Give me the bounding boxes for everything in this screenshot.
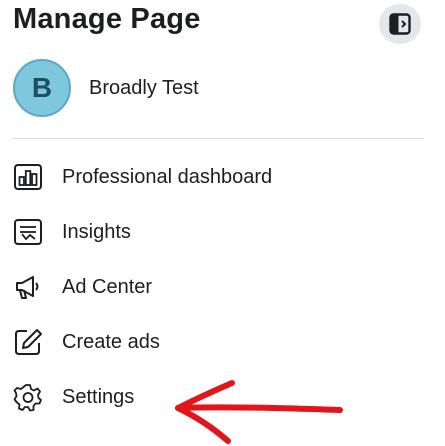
menu-item-ad-center[interactable]: Ad Center — [8, 262, 424, 312]
avatar: B — [13, 59, 71, 117]
insights-icon — [11, 215, 45, 249]
red-arrow-annotation — [175, 380, 343, 444]
page-title: Manage Page — [13, 3, 201, 35]
sidebar-toggle-icon — [389, 13, 411, 35]
menu-item-professional-dashboard[interactable]: Professional dashboard — [8, 152, 424, 202]
gear-icon — [11, 380, 45, 414]
sidebar-toggle-button[interactable] — [379, 4, 421, 44]
page-switcher[interactable]: B Broadly Test — [13, 57, 423, 119]
megaphone-icon — [11, 270, 45, 304]
menu-item-label: Settings — [62, 385, 135, 408]
avatar-letter: B — [31, 72, 53, 103]
pencil-icon — [11, 325, 45, 359]
menu-item-label: Insights — [62, 220, 131, 243]
divider — [12, 138, 424, 139]
dashboard-icon — [11, 160, 45, 194]
header: Manage Page — [0, 0, 445, 46]
menu-item-label: Professional dashboard — [62, 165, 273, 188]
menu-item-insights[interactable]: Insights — [8, 207, 424, 257]
menu-item-label: Ad Center — [62, 275, 153, 298]
page-name: Broadly Test — [89, 76, 199, 99]
menu-item-label: Create ads — [62, 330, 160, 353]
menu-item-create-ads[interactable]: Create ads — [8, 317, 424, 367]
